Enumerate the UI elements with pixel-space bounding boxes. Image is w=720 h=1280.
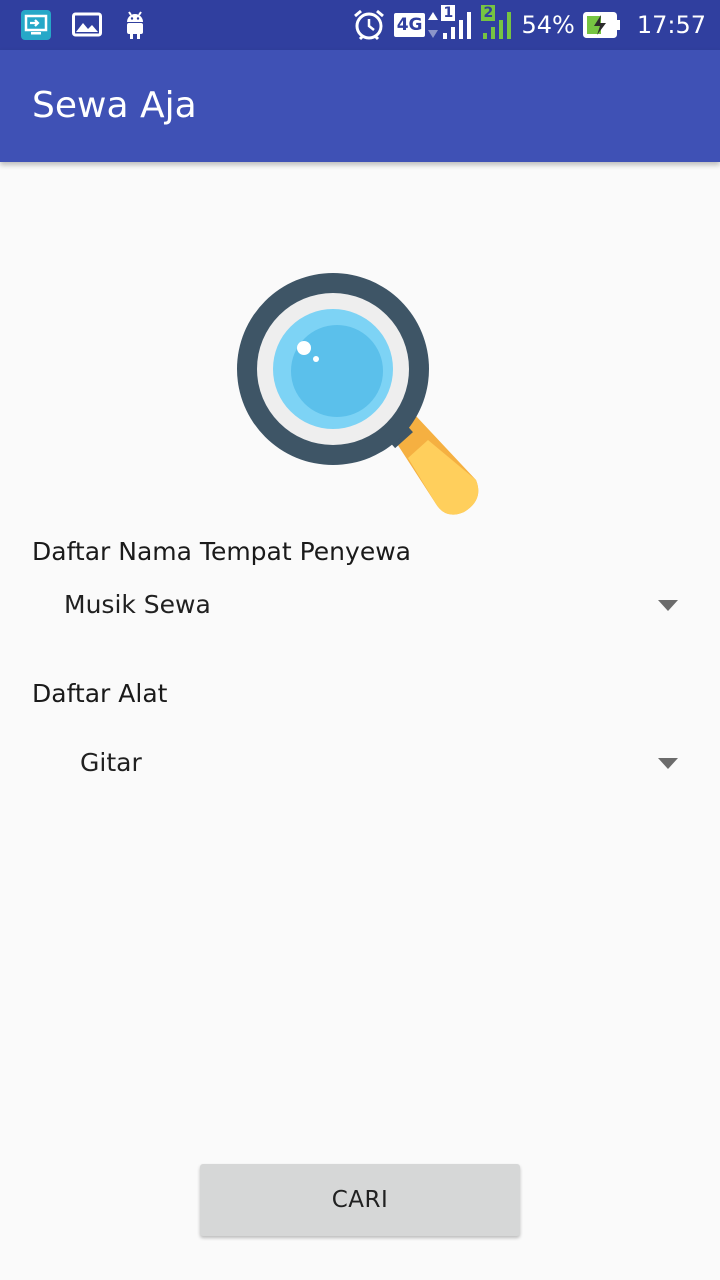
status-bar: 4G 1 2 54% 17:57 [0,0,720,50]
app-bar: Sewa Aja [0,50,720,162]
dropdown-arrow-icon [658,600,678,611]
gallery-icon [72,12,102,38]
place-spinner[interactable]: Musik Sewa [32,574,688,638]
dropdown-arrow-icon [658,758,678,769]
app-title: Sewa Aja [32,85,197,126]
magnifier-icon [232,268,488,524]
battery-percent: 54% [521,11,575,39]
place-list-label: Daftar Nama Tempat Penyewa [32,537,411,566]
tool-spinner-value: Gitar [80,748,142,777]
clock: 17:57 [636,11,706,39]
battery-charging-icon [582,12,621,38]
search-button[interactable]: CARI [200,1164,520,1236]
sim2-signal-icon: 2 [481,5,513,41]
system-icons: 4G 1 2 54% 17:57 [344,5,706,42]
alarm-icon [352,8,386,42]
sim1-signal-icon: 1 [441,5,473,41]
notification-icons [20,8,168,42]
sim2-badge: 2 [481,5,496,21]
tool-spinner[interactable]: Gitar [32,732,688,796]
android-icon [122,9,148,41]
data-activity-icon [427,10,439,40]
screen-cast-icon [20,9,52,41]
network-type-badge: 4G [393,13,426,37]
sim1-badge: 1 [441,5,456,21]
place-spinner-value: Musik Sewa [64,590,211,619]
tool-list-label: Daftar Alat [32,679,168,708]
